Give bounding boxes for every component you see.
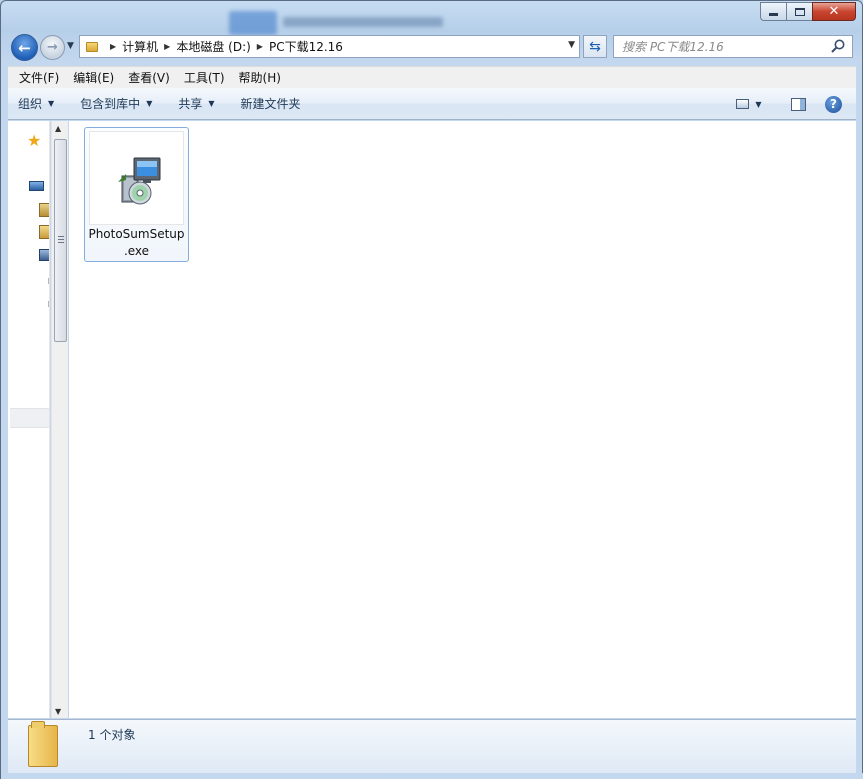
folder-icon [86,41,98,52]
computer-icon[interactable] [39,249,49,261]
command-bar: 组织 ▼ 包含到库中 ▼ 共享 ▼ 新建文件夹 ▼ ? [8,88,856,120]
preview-pane-icon [790,97,806,111]
nav-pane-separator [10,408,49,428]
menu-view[interactable]: 查看(V) [121,69,177,86]
chevron-down-icon: ▼ [48,99,55,108]
library-icon[interactable] [39,203,49,217]
back-arrow-icon: ← [18,38,31,57]
favorites-star-icon[interactable]: ★ [27,131,41,150]
help-button[interactable]: ? [825,95,842,113]
help-icon: ? [830,97,837,111]
close-icon: ✕ [828,4,840,19]
close-button[interactable]: ✕ [812,2,856,21]
chevron-right-icon[interactable]: ▶ [110,42,116,51]
window-bottom-edge [1,773,863,779]
scroll-up-arrow-icon[interactable]: ▲ [55,124,61,133]
include-in-library-label: 包含到库中 [80,97,141,111]
scrollbar-thumb[interactable] [54,139,67,342]
breadcrumb-computer[interactable]: 计算机 [122,38,158,55]
navigation-pane: ★ [8,121,50,718]
refresh-icon: ⇆ [589,38,601,55]
chevron-down-icon: ▼ [208,99,215,108]
tree-line [48,301,49,307]
installer-icon [118,157,161,205]
file-list-area[interactable]: PhotoSumSetup .exe [69,121,856,718]
organize-button[interactable]: 组织 ▼ [8,88,64,119]
folder-icon [28,721,58,767]
breadcrumb-current-folder[interactable]: PC下载12.16 [269,38,343,55]
new-folder-button[interactable]: 新建文件夹 [231,88,311,119]
search-icon[interactable] [830,38,846,54]
explorer-window: ✕ ← → ▼ ▶ 计算机 ▶ 本地磁盘 (D:) ▶ PC下载12.16 ▼ … [0,0,863,779]
menu-edit[interactable]: 编辑(E) [66,69,121,86]
desktop-icon[interactable] [29,181,44,191]
address-bar[interactable]: ▶ 计算机 ▶ 本地磁盘 (D:) ▶ PC下载12.16 ▼ [79,35,580,58]
chevron-down-icon: ▼ [755,99,762,109]
maximize-button[interactable] [786,2,812,21]
grip-icon [58,236,64,243]
title-bar-blurred [229,9,449,37]
address-dropdown-icon[interactable]: ▼ [568,40,575,50]
file-item[interactable]: PhotoSumSetup .exe [84,127,189,262]
include-in-library-button[interactable]: 包含到库中 ▼ [70,88,162,119]
scroll-down-arrow-icon[interactable]: ▼ [55,707,61,716]
search-input[interactable] [622,37,822,56]
folder-icon[interactable] [39,225,49,239]
share-button[interactable]: 共享 ▼ [168,88,224,119]
view-icon [736,99,750,109]
maximize-icon [794,7,805,16]
details-pane: 1 个对象 [8,719,856,773]
preview-pane-button[interactable] [783,93,813,115]
caption-buttons: ✕ [760,2,856,21]
menu-help[interactable]: 帮助(H) [232,69,288,86]
forward-arrow-icon: → [47,40,58,55]
share-label: 共享 [178,97,203,111]
navigation-scrollbar[interactable]: ▲ ▼ [51,121,68,718]
menu-file[interactable]: 文件(F) [12,69,66,86]
refresh-button[interactable]: ⇆ [583,35,607,58]
tree-line [48,278,49,284]
menu-tools[interactable]: 工具(T) [177,69,232,86]
change-view-button[interactable]: ▼ [729,93,769,115]
recent-pages-dropdown[interactable]: ▼ [67,41,74,51]
file-thumbnail [89,131,184,225]
file-name-label: PhotoSumSetup .exe [88,227,185,258]
breadcrumb-drive-d[interactable]: 本地磁盘 (D:) [176,38,250,55]
back-button[interactable]: ← [11,34,38,61]
organize-label: 组织 [18,97,43,111]
chevron-right-icon[interactable]: ▶ [257,42,263,51]
minimize-button[interactable] [760,2,786,21]
menu-bar: 文件(F) 编辑(E) 查看(V) 工具(T) 帮助(H) [8,66,856,88]
minimize-icon [769,13,778,16]
chevron-right-icon[interactable]: ▶ [164,42,170,51]
command-bar-right: ▼ ? [729,88,856,120]
new-folder-label: 新建文件夹 [240,97,301,111]
forward-button[interactable]: → [40,35,65,60]
item-count-label: 1 个对象 [88,728,136,742]
chevron-down-icon: ▼ [146,99,153,108]
search-box [613,35,853,58]
